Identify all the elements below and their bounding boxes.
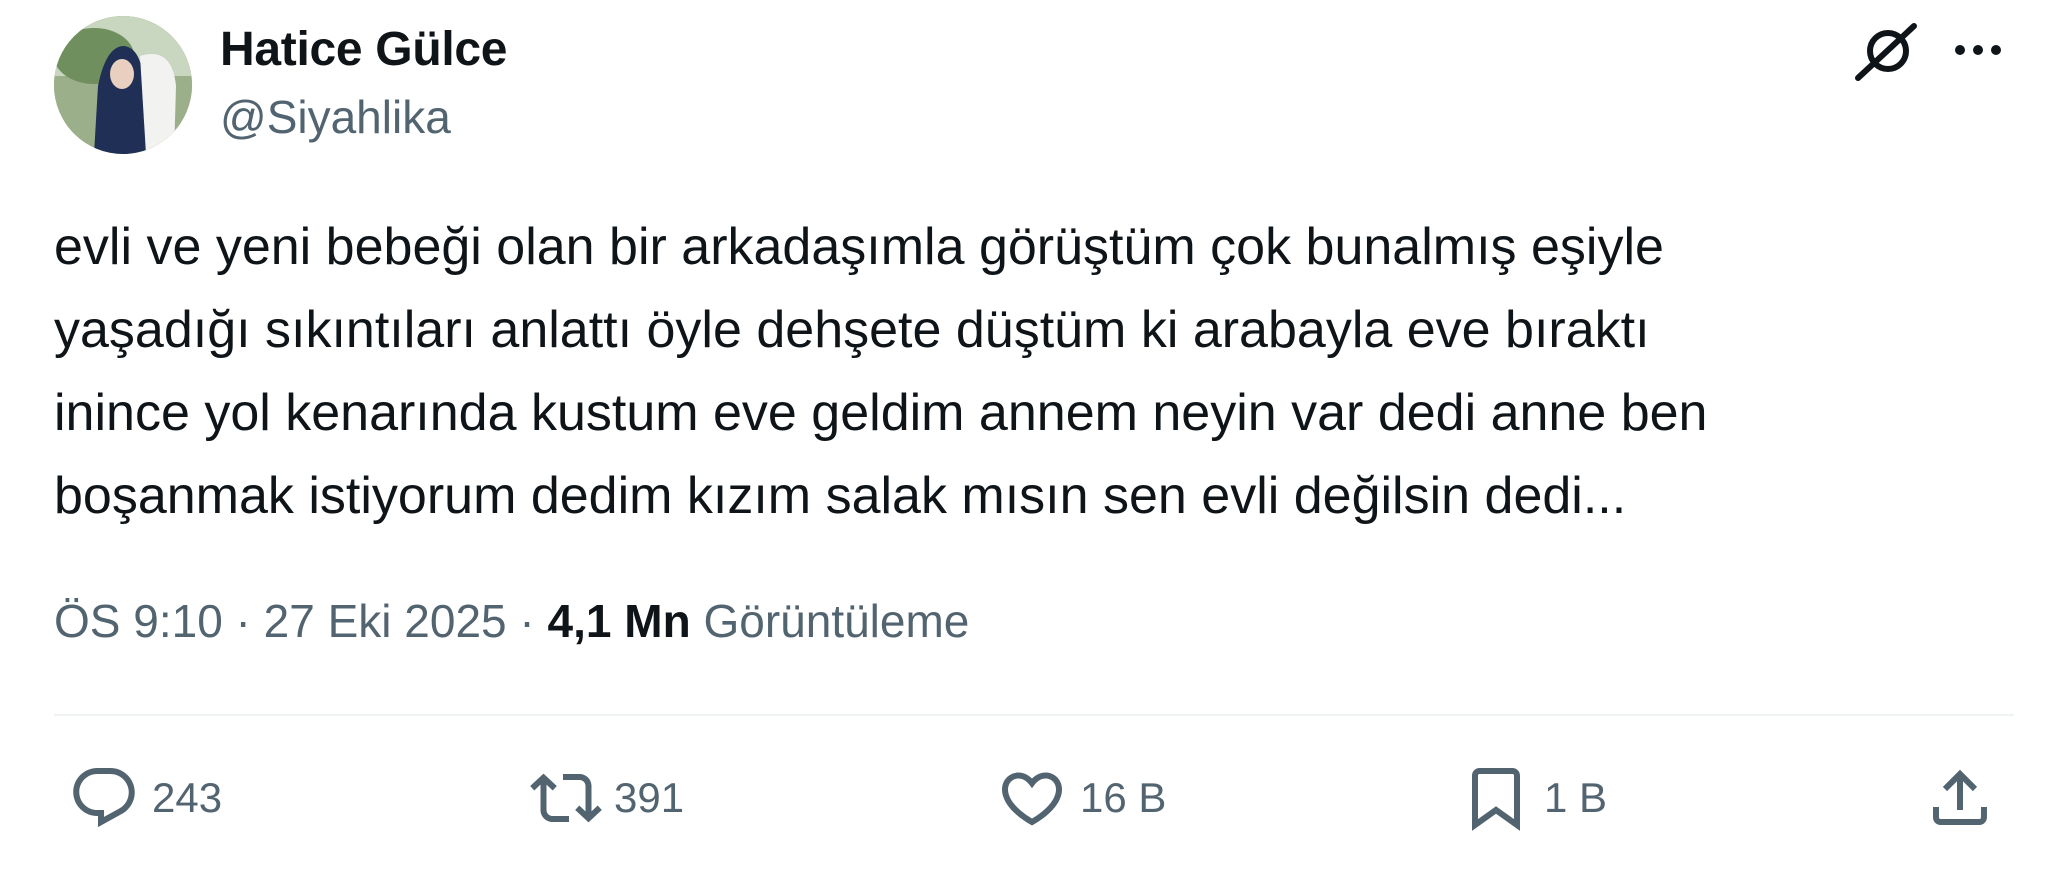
reply-count: 243	[152, 774, 223, 821]
bookmark-icon	[1472, 768, 1520, 831]
retweet-button[interactable]: 391	[530, 762, 684, 834]
share-icon[interactable]	[1924, 762, 1996, 834]
profile-photo	[54, 16, 192, 154]
tweet-text-line: evli ve yeni bebeği olan bir arkadaşımla…	[54, 218, 1664, 276]
like-button[interactable]: 16 B	[996, 762, 1166, 834]
tweet-text-line: yaşadığı sıkıntıları anlattı öyle dehşet…	[54, 301, 1650, 359]
meta-separator: ·	[222, 595, 264, 647]
tweet-text-line: inince yol kenarında kustum eve geldim a…	[54, 384, 1708, 442]
retweet-icon	[530, 773, 602, 823]
tweet-text-line: boşanmak istiyorum dedim kızım salak mıs…	[54, 467, 1627, 525]
grok-icon[interactable]	[1852, 20, 1922, 82]
display-name[interactable]: Hatice Gülce	[220, 22, 508, 77]
views-label[interactable]: Görüntüleme	[691, 595, 969, 647]
bookmark-count: 1 B	[1544, 774, 1608, 821]
tweet-text: evli ve yeni bebeği olan bir arkadaşımla…	[54, 206, 2034, 538]
tweet-time[interactable]: ÖS 9:10	[54, 595, 223, 647]
reply-icon	[73, 768, 135, 828]
meta-separator: ·	[506, 595, 548, 647]
like-icon	[1001, 772, 1063, 826]
like-count: 16 B	[1080, 774, 1167, 821]
retweet-count: 391	[614, 774, 685, 821]
reply-button[interactable]: 243	[68, 762, 222, 834]
views-count[interactable]: 4,1 Mn	[548, 595, 691, 647]
user-handle[interactable]: @Siyahlika	[220, 90, 451, 144]
tweet-meta: ÖS 9:10 · 27 Eki 2025 · 4,1 Mn Görüntüle…	[54, 594, 969, 648]
divider	[54, 714, 2014, 716]
tweet-date[interactable]: 27 Eki 2025	[264, 595, 507, 647]
more-options-icon[interactable]	[1950, 22, 2006, 78]
bookmark-button[interactable]: 1 B	[1460, 762, 1607, 834]
avatar[interactable]	[54, 16, 192, 154]
